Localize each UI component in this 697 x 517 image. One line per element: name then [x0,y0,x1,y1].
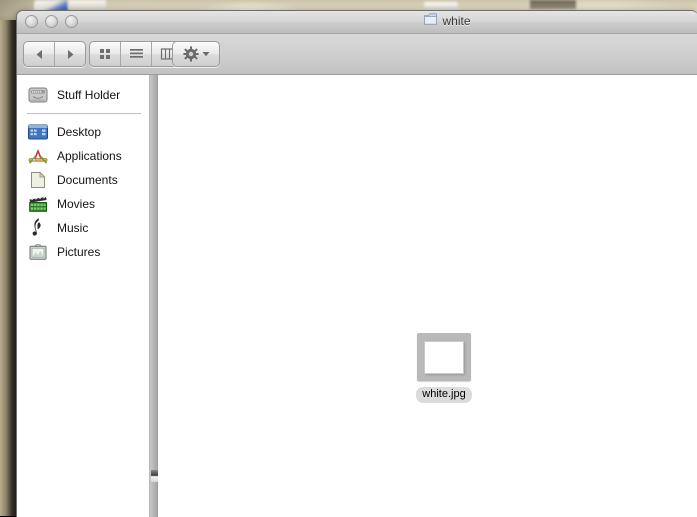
forward-arrow-icon [64,49,77,60]
sidebar-item-label: Desktop [57,125,101,139]
sidebar-item-label: Music [57,221,88,235]
resize-grip-handle[interactable] [151,470,158,482]
sidebar-separator [27,113,141,114]
sidebar-item-stuff-holder[interactable]: Stuff Holder [17,83,149,107]
sidebar: Stuff Holder [17,75,149,517]
window-toolbar [17,34,697,75]
folder-icon [424,13,437,28]
sidebar-item-desktop[interactable]: Desktop [17,120,149,144]
view-switcher [89,41,183,67]
finder-window: white [16,10,697,517]
list-view-icon [129,47,144,61]
background-shadow-patch [530,0,576,9]
action-menu-target[interactable] [173,42,219,66]
icon-view-button[interactable] [90,42,120,66]
navigation-buttons [23,41,86,67]
sidebar-item-label: Applications [57,149,122,163]
applications-icon [27,146,49,166]
sidebar-item-documents[interactable]: Documents [17,168,149,192]
sidebar-item-movies[interactable]: Movies [17,192,149,216]
pictures-icon [27,242,49,262]
list-view-button[interactable] [120,42,151,66]
desktop-icon [27,122,49,142]
sidebar-item-label: Stuff Holder [57,88,120,102]
music-icon [27,218,49,238]
documents-icon [27,170,49,190]
back-arrow-icon [33,49,46,60]
icon-view-icon [98,47,112,61]
window-titlebar[interactable]: white [17,11,697,34]
back-button[interactable] [24,42,54,66]
image-thumbnail [424,341,464,374]
gear-icon [183,46,199,62]
forward-button[interactable] [54,42,85,66]
file-name-label[interactable]: white.jpg [416,387,471,403]
chevron-down-icon [202,51,210,57]
sidebar-resize-divider[interactable] [149,75,158,517]
sidebar-item-pictures[interactable]: Pictures [17,240,149,264]
image-file-icon[interactable] [417,333,471,381]
action-menu-button[interactable] [172,41,220,67]
background-window-edge-left [68,0,106,10]
window-body: Stuff Holder [17,75,697,517]
sidebar-item-music[interactable]: Music [17,216,149,240]
sidebar-item-label: Movies [57,197,95,211]
movies-icon [27,194,49,214]
window-title-text: white [442,14,470,28]
hard-drive-icon [27,85,49,105]
sidebar-item-label: Pictures [57,245,100,259]
window-title: white [17,13,697,28]
sidebar-item-applications[interactable]: Applications [17,144,149,168]
file-item[interactable]: white.jpg [394,333,494,403]
sidebar-item-label: Documents [57,173,118,187]
file-listing-area[interactable]: white.jpg [158,75,697,517]
